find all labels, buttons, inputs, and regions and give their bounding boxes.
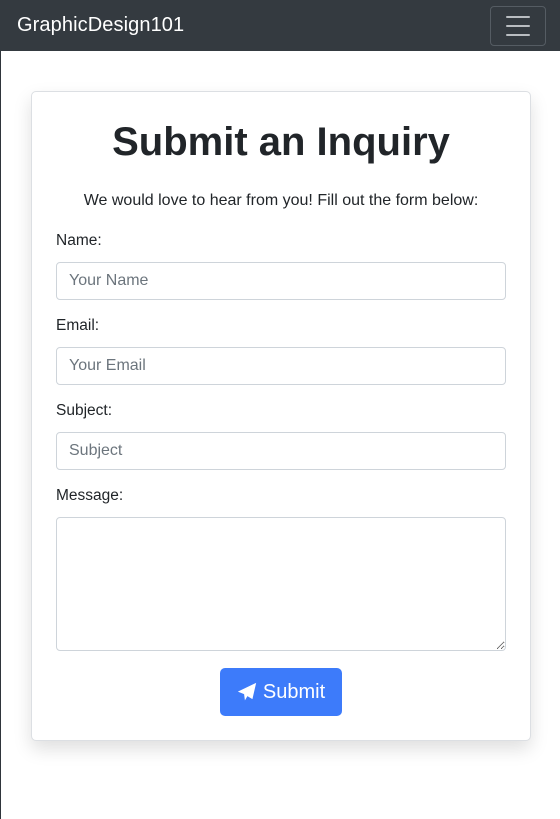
submit-row: Submit <box>56 668 506 716</box>
page-left-border <box>0 51 1 819</box>
email-label: Email: <box>56 317 100 334</box>
paper-plane-icon <box>237 682 257 701</box>
subject-group: Subject: <box>56 402 506 470</box>
hamburger-menu-icon-line <box>506 24 530 27</box>
message-group: Message: <box>56 487 506 656</box>
message-label: Message: <box>56 487 124 504</box>
name-label: Name: <box>56 232 102 249</box>
email-group: Email: <box>56 317 506 385</box>
submit-label: Submit <box>262 680 326 703</box>
subject-input[interactable] <box>56 432 506 470</box>
inquiry-form-card: Submit an Inquiry We would love to hear … <box>31 91 531 741</box>
navbar-brand[interactable]: GraphicDesign101 <box>17 14 184 37</box>
message-textarea[interactable] <box>56 517 506 651</box>
hamburger-menu-icon-line <box>506 15 530 18</box>
navbar: GraphicDesign101 <box>0 0 560 51</box>
hamburger-menu-button[interactable] <box>490 5 546 46</box>
hamburger-menu-icon-line <box>506 33 530 36</box>
email-input[interactable] <box>56 347 506 385</box>
form-title: Submit an Inquiry <box>112 120 450 164</box>
name-group: Name: <box>56 232 506 300</box>
name-input[interactable] <box>56 262 506 300</box>
form-subtitle: We would love to hear from you! Fill out… <box>83 192 479 209</box>
subject-label: Subject: <box>56 402 113 419</box>
submit-button[interactable]: Submit <box>220 668 342 716</box>
